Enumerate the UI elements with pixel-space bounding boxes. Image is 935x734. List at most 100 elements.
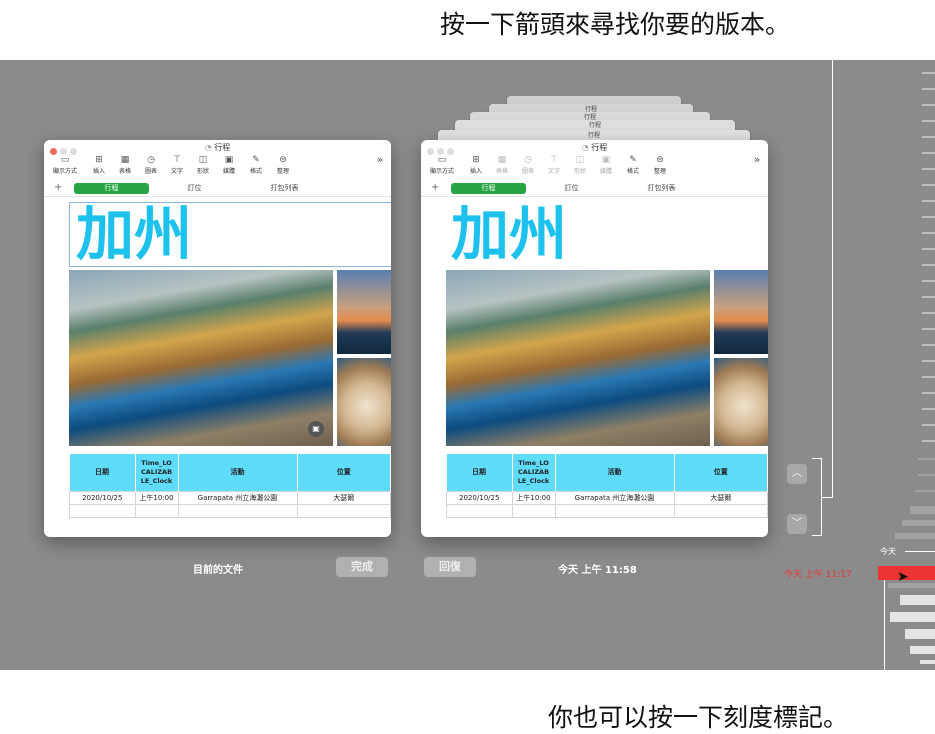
tab-packing[interactable]: 打包列表	[242, 183, 327, 194]
timeline-mark[interactable]	[920, 660, 935, 664]
rock-photo[interactable]	[337, 358, 391, 446]
toolbar-insert[interactable]: ⊞ 插入	[86, 154, 112, 175]
chart-icon: ◷	[147, 155, 155, 165]
newer-version-arrow[interactable]: ﹀	[787, 514, 807, 534]
timeline-mark[interactable]	[905, 629, 935, 639]
sidebar-icon: ▭	[60, 155, 70, 165]
toolbar-chart: ◷ 圖表	[515, 154, 541, 175]
table-row-empty[interactable]	[69, 503, 391, 518]
add-sheet-button: +	[431, 182, 440, 193]
chart-icon: ◷	[524, 155, 532, 165]
organize-icon: ⊜	[656, 155, 664, 165]
mouse-pointer-icon: ➤	[897, 569, 909, 585]
toolbar-view[interactable]: ▭ 顯示方式	[52, 154, 78, 175]
tab-itinerary: 行程	[451, 183, 526, 194]
col-time: Time_LO CALIZAB LE_Clock	[512, 454, 556, 491]
col-date: 日期	[69, 454, 136, 491]
toolbar-table: ▦ 表格	[489, 154, 515, 175]
bottom-callout: 你也可以按一下刻度標記。	[548, 703, 849, 732]
col-date: 日期	[446, 454, 513, 491]
timeline-mark[interactable]	[895, 533, 935, 539]
version-document-window[interactable]: ◔ 行程 ▭ 顯示方式 ⊞ 插入 ▦ 表格 ◷ 圖表 ⊤ 文字 ◫ 形狀 ▣ 媒體 ✎ 格式 ⊜…	[421, 140, 768, 537]
table-row-empty	[446, 503, 768, 518]
format-brush-icon: ✎	[629, 155, 637, 165]
format-brush-icon: ✎	[252, 155, 260, 165]
rock-photo	[714, 358, 768, 446]
doc-icon: ◔	[581, 143, 592, 152]
toolbar-table[interactable]: ▦ 表格	[112, 154, 138, 175]
top-callout-leader	[832, 25, 833, 497]
media-icon: ▣	[601, 155, 611, 165]
shape-icon: ◫	[575, 155, 585, 165]
table-row[interactable]: 2020/10/25 上午10:00 Garrapata 州立海灘公園 大瑟爾	[69, 490, 391, 505]
current-document-window[interactable]: ◔ 行程 ▭ 顯示方式 ⊞ 插入 ▦ 表格 ◷ 圖表 ⊤ 文字 ◫ 形狀 ▣ 媒體 ✎ 格式 ⊜…	[44, 140, 391, 537]
col-activity: 活動	[178, 454, 298, 491]
toolbar-text: ⊤ 文字	[541, 154, 567, 175]
timeline-mark[interactable]	[890, 612, 935, 622]
toolbar-organize[interactable]: ⊜ 整理	[270, 154, 296, 175]
toolbar: ▭ 顯示方式 ⊞ 插入 ▦ 表格 ◷ 圖表 ⊤ 文字 ◫ 形狀 ▣ 媒體 ✎ 格式 ⊜ 整理 »	[44, 154, 391, 178]
timeline-mark[interactable]	[902, 520, 935, 526]
timeline-mark[interactable]	[888, 583, 935, 588]
col-activity: 活動	[555, 454, 675, 491]
toolbar-more[interactable]: »	[372, 154, 388, 166]
shape-icon: ◫	[198, 155, 208, 165]
timeline-today-line	[905, 551, 935, 552]
toolbar-media: ▣ 媒體	[593, 154, 619, 175]
table-row: 2020/10/25 上午10:00 Garrapata 州立海灘公園 大瑟爾	[446, 490, 768, 505]
image-placeholder-icon[interactable]: ▣	[308, 421, 324, 437]
coast-photo-main[interactable]	[69, 270, 333, 446]
text-icon: ⊤	[550, 155, 558, 165]
timeline-selected-label: 今天 上午 11:17	[784, 570, 852, 580]
sidebar-icon: ▭	[437, 155, 447, 165]
organize-icon: ⊜	[279, 155, 287, 165]
timeline-mark[interactable]	[910, 506, 935, 514]
text-icon: ⊤	[173, 155, 181, 165]
col-time: Time_LO CALIZAB LE_Clock	[135, 454, 179, 491]
top-callout: 按一下箭頭來尋找你要的版本。	[440, 10, 791, 39]
chevron-more-icon: »	[753, 153, 761, 166]
toolbar-organize: ⊜ 整理	[647, 154, 673, 175]
coast-photo-main	[446, 270, 710, 446]
toolbar-format[interactable]: ✎ 格式	[243, 154, 269, 175]
sunset-photo[interactable]	[337, 270, 391, 354]
insert-icon: ⊞	[95, 155, 103, 165]
older-version-arrow[interactable]: ︿	[787, 464, 807, 484]
media-icon: ▣	[224, 155, 234, 165]
version-page-heading: 加州	[451, 200, 568, 268]
sheet-tabs: + 行程 訂位 打包列表	[44, 180, 391, 197]
toolbar-format: ✎ 格式	[620, 154, 646, 175]
version-sheet-tabs: + 行程 訂位 打包列表	[421, 180, 768, 197]
done-button[interactable]: 完成	[336, 557, 388, 577]
timeline-mark[interactable]	[910, 646, 935, 654]
toolbar-media[interactable]: ▣ 媒體	[216, 154, 242, 175]
col-location: 位置	[674, 454, 768, 491]
doc-icon: ◔	[204, 143, 215, 152]
restore-button[interactable]: 回復	[424, 557, 476, 577]
chevron-up-icon: ︿	[792, 468, 802, 479]
col-location: 位置	[297, 454, 391, 491]
toolbar-insert: ⊞ 插入	[463, 154, 489, 175]
table-icon: ▦	[120, 155, 130, 165]
toolbar-shape[interactable]: ◫ 形狀	[190, 154, 216, 175]
toolbar-chart[interactable]: ◷ 圖表	[138, 154, 164, 175]
version-toolbar: ▭ 顯示方式 ⊞ 插入 ▦ 表格 ◷ 圖表 ⊤ 文字 ◫ 形狀 ▣ 媒體 ✎ 格式 ⊜ 整理 »	[421, 154, 768, 178]
window-title: 行程	[214, 143, 231, 152]
timeline-mark[interactable]	[900, 595, 935, 605]
bracket-connector	[821, 497, 833, 498]
add-sheet-button[interactable]: +	[54, 182, 62, 193]
version-window-title: 行程	[591, 143, 608, 152]
version-timestamp: 今天 上午 11:58	[558, 565, 637, 576]
toolbar-view: ▭ 顯示方式	[429, 155, 454, 175]
page-heading[interactable]: 加州	[76, 204, 192, 264]
toolbar-text[interactable]: ⊤ 文字	[164, 154, 190, 175]
timeline-today-label: 今天	[880, 547, 896, 556]
sunset-photo	[714, 270, 768, 354]
table-icon: ▦	[497, 155, 507, 165]
tab-packing: 打包列表	[647, 184, 676, 192]
tab-booking[interactable]: 訂位	[157, 183, 232, 194]
chevron-more-icon: »	[376, 153, 384, 166]
tab-itinerary[interactable]: 行程	[74, 183, 149, 194]
versions-browser: ◔ 行程 ▭ 顯示方式 ⊞ 插入 ▦ 表格 ◷ 圖表 ⊤ 文字 ◫ 形狀 ▣ 媒體 ✎ 格式 ⊜…	[0, 25, 935, 702]
itinerary-table[interactable]: 日期 Time_LO CALIZAB LE_Clock 活動 位置 2020/1…	[69, 454, 391, 518]
